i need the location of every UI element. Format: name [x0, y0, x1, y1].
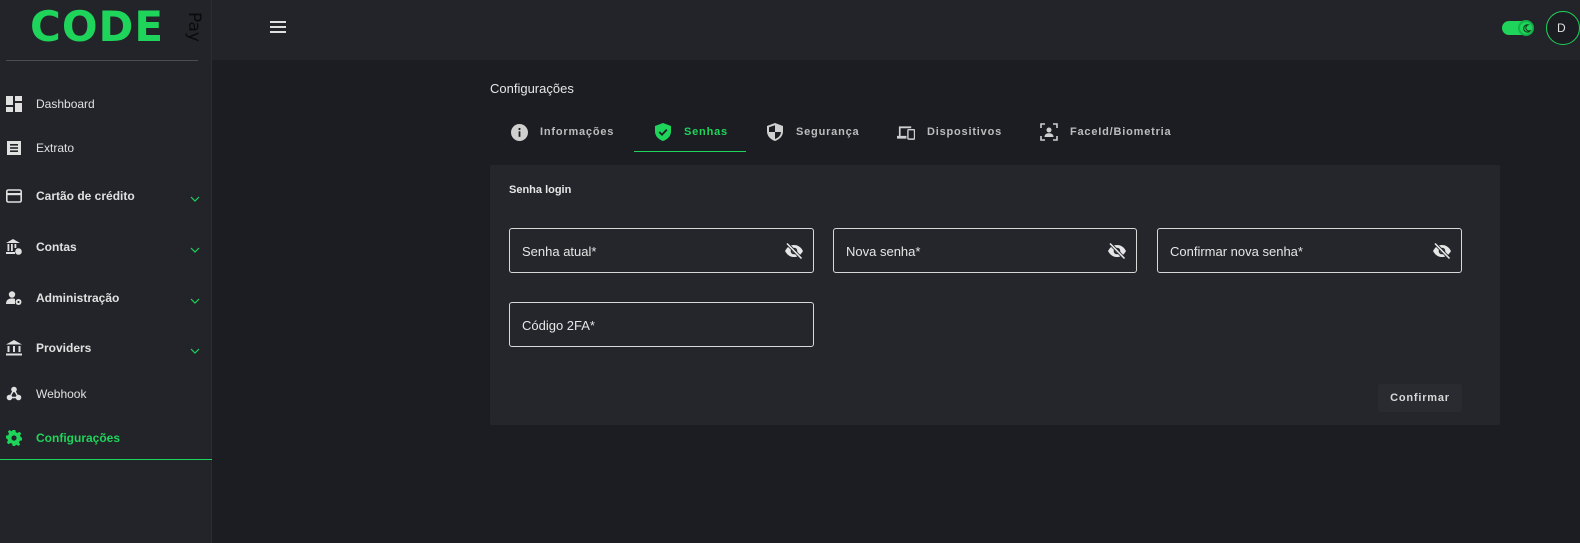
- logo-code-text: CODE: [30, 2, 165, 51]
- sidebar-item-label: Providers: [36, 341, 92, 355]
- menu-icon[interactable]: [270, 21, 286, 33]
- password-card: Senha login Senha atual* Nova senha* Con…: [490, 165, 1500, 425]
- sidebar: CODE Pay Dashboard Extrato Cartão de cré…: [0, 0, 212, 543]
- sidebar-item-administracao[interactable]: Administração: [0, 276, 212, 320]
- devices-icon: [897, 123, 915, 141]
- chevron-down-icon: [190, 293, 200, 304]
- settings-tabs: Informações Senhas Segurança Dispositivo…: [490, 112, 1500, 152]
- current-password-label: Senha atual*: [522, 244, 597, 259]
- confirm-password-label: Confirmar nova senha*: [1170, 244, 1303, 259]
- page-title: Configurações: [490, 81, 574, 96]
- dashboard-icon: [6, 96, 22, 112]
- eye-off-icon[interactable]: [1107, 242, 1127, 260]
- sidebar-item-contas[interactable]: Contas: [0, 225, 212, 269]
- tab-informacoes[interactable]: Informações: [510, 112, 614, 152]
- sidebar-item-label: Webhook: [36, 387, 87, 401]
- confirm-button[interactable]: Confirmar: [1378, 384, 1462, 412]
- top-header: D: [212, 0, 1580, 60]
- tab-label: Informações: [540, 126, 615, 138]
- info-icon: [510, 123, 528, 141]
- shield-icon: [766, 123, 784, 141]
- avatar[interactable]: D: [1546, 11, 1580, 45]
- code-2fa-label: Código 2FA*: [522, 318, 595, 333]
- sidebar-item-providers[interactable]: Providers: [0, 326, 212, 370]
- sidebar-item-dashboard[interactable]: Dashboard: [0, 82, 212, 126]
- credit-card-icon: [6, 188, 22, 204]
- eye-off-icon[interactable]: [1432, 242, 1452, 260]
- user-gear-icon: [6, 290, 22, 306]
- tab-senhas[interactable]: Senhas: [634, 112, 746, 152]
- shield-check-icon: [654, 122, 672, 141]
- new-password-label: Nova senha*: [846, 244, 921, 259]
- chevron-down-icon: [190, 343, 200, 354]
- gear-icon: [6, 429, 22, 446]
- tab-label: Senhas: [684, 125, 728, 138]
- sidebar-item-cartao[interactable]: Cartão de crédito: [0, 174, 212, 218]
- receipt-icon: [6, 140, 22, 156]
- code-2fa-field[interactable]: Código 2FA*: [509, 302, 814, 347]
- tab-label: FaceId/Biometria: [1070, 126, 1172, 138]
- sidebar-item-label: Dashboard: [36, 97, 95, 111]
- face-id-icon: [1040, 123, 1058, 141]
- card-title: Senha login: [509, 184, 572, 196]
- logo-pay-text: Pay: [184, 12, 204, 42]
- moon-icon: [1518, 20, 1534, 36]
- sidebar-item-label: Configurações: [36, 430, 121, 445]
- chevron-down-icon: [190, 242, 200, 253]
- sidebar-item-extrato[interactable]: Extrato: [0, 126, 212, 170]
- tab-faceid[interactable]: FaceId/Biometria: [1040, 112, 1171, 152]
- tab-label: Segurança: [796, 126, 860, 138]
- new-password-field[interactable]: Nova senha*: [833, 228, 1137, 273]
- eye-off-icon[interactable]: [784, 242, 804, 260]
- sidebar-item-webhook[interactable]: Webhook: [0, 372, 212, 416]
- current-password-field[interactable]: Senha atual*: [509, 228, 814, 273]
- sidebar-item-label: Cartão de crédito: [36, 189, 135, 203]
- logo-divider: [6, 60, 198, 61]
- bank-icon: [6, 340, 22, 356]
- webhook-icon: [6, 386, 22, 402]
- tab-label: Dispositivos: [927, 126, 1003, 138]
- logo[interactable]: CODE Pay: [30, 2, 204, 52]
- sidebar-item-label: Extrato: [36, 141, 75, 155]
- sidebar-item-label: Contas: [36, 240, 77, 254]
- bank-verified-icon: [6, 239, 22, 255]
- chevron-down-icon: [190, 191, 200, 202]
- tab-seguranca[interactable]: Segurança: [766, 112, 859, 152]
- theme-toggle[interactable]: [1502, 20, 1534, 36]
- confirm-password-field[interactable]: Confirmar nova senha*: [1157, 228, 1462, 273]
- sidebar-item-configuracoes[interactable]: Configurações: [0, 416, 212, 460]
- sidebar-item-label: Administração: [36, 291, 120, 305]
- tab-dispositivos[interactable]: Dispositivos: [897, 112, 1002, 152]
